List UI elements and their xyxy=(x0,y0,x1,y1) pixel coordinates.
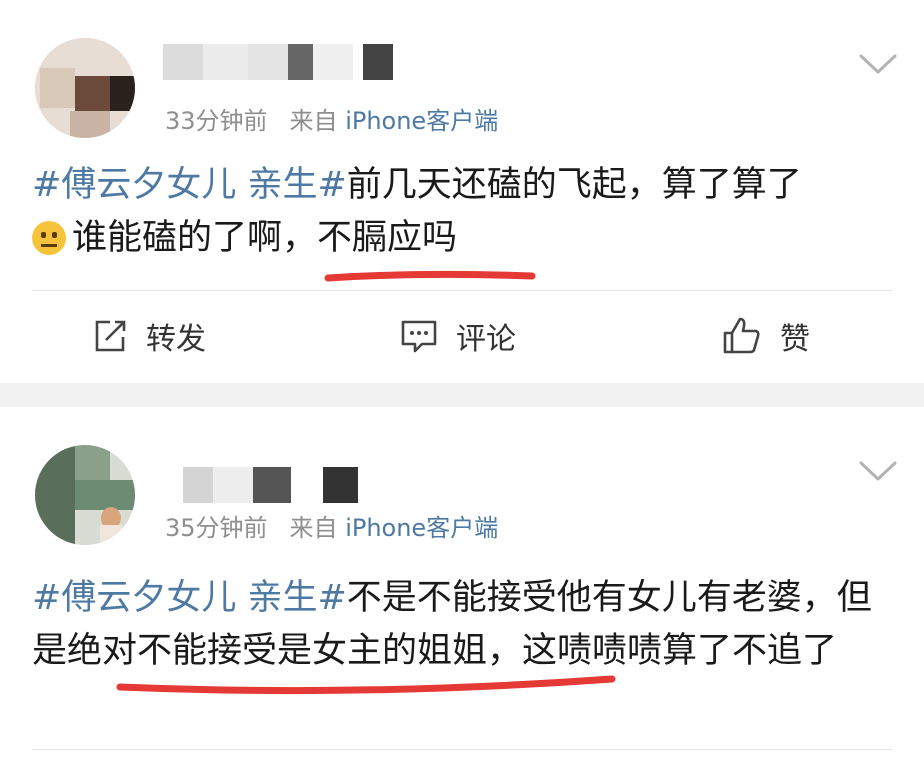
text-segment: 这啧啧啧算了不追了 xyxy=(522,631,838,671)
avatar[interactable] xyxy=(35,445,135,545)
text-segment: 不是不能接受他有女儿有老婆， xyxy=(346,578,837,618)
post-text: #傅云夕女儿 亲生#前几天还磕的飞起，算了算了 谁能磕的了啊，不膈应吗 xyxy=(32,159,900,265)
neutral-face-emoji-icon xyxy=(32,221,66,255)
underlined-text: 不膈应吗 xyxy=(317,218,458,258)
chevron-down-icon[interactable] xyxy=(858,459,898,483)
source-prefix: 来自 xyxy=(289,514,338,542)
topic-hashtag[interactable]: #傅云夕女儿 亲生# xyxy=(32,165,347,205)
comment-button[interactable]: 评论 xyxy=(400,316,516,357)
divider xyxy=(32,290,892,291)
post-separator xyxy=(0,383,924,407)
avatar[interactable] xyxy=(35,38,135,138)
red-underline-annotation xyxy=(116,675,616,695)
post-meta: 33分钟前 来自 iPhone客户端 xyxy=(165,101,498,136)
post-time: 35分钟前 xyxy=(165,514,268,542)
post-text: #傅云夕女儿 亲生#不是不能接受他有女儿有老婆，但是绝对不能接受是女主的姐姐，这… xyxy=(32,572,900,678)
text-segment: 谁能磕的了啊， xyxy=(72,218,318,258)
repost-button[interactable]: 转发 xyxy=(92,316,206,357)
text-segment: 前几天还磕的飞起，算了算了 xyxy=(346,165,802,205)
post-meta: 35分钟前 来自 iPhone客户端 xyxy=(165,508,498,543)
comment-label: 评论 xyxy=(456,322,516,357)
chevron-down-icon[interactable] xyxy=(858,52,898,76)
repost-label: 转发 xyxy=(146,322,206,357)
source-device[interactable]: iPhone客户端 xyxy=(345,514,498,542)
username-redacted[interactable] xyxy=(163,44,403,84)
underlined-text: 绝对不能接受是女主的姐姐， xyxy=(67,631,523,671)
divider xyxy=(32,749,892,750)
weibo-post-2: 35分钟前 来自 iPhone客户端 #傅云夕女儿 亲生#不是不能接受他有女儿有老… xyxy=(0,407,924,766)
comment-icon xyxy=(401,320,437,353)
topic-hashtag[interactable]: #傅云夕女儿 亲生# xyxy=(32,578,347,618)
username-redacted[interactable] xyxy=(163,467,383,507)
thumbs-up-icon xyxy=(723,317,760,354)
action-bar: 转发 评论 赞 xyxy=(0,306,924,366)
like-button[interactable]: 赞 xyxy=(722,316,810,357)
weibo-post-1: 33分钟前 来自 iPhone客户端 #傅云夕女儿 亲生#前几天还磕的飞起，算了算… xyxy=(0,0,924,383)
red-underline-annotation xyxy=(324,270,536,282)
post-time: 33分钟前 xyxy=(165,107,268,135)
repost-icon xyxy=(95,320,126,352)
source-prefix: 来自 xyxy=(289,107,338,135)
source-device[interactable]: iPhone客户端 xyxy=(345,107,498,135)
like-label: 赞 xyxy=(780,322,810,357)
